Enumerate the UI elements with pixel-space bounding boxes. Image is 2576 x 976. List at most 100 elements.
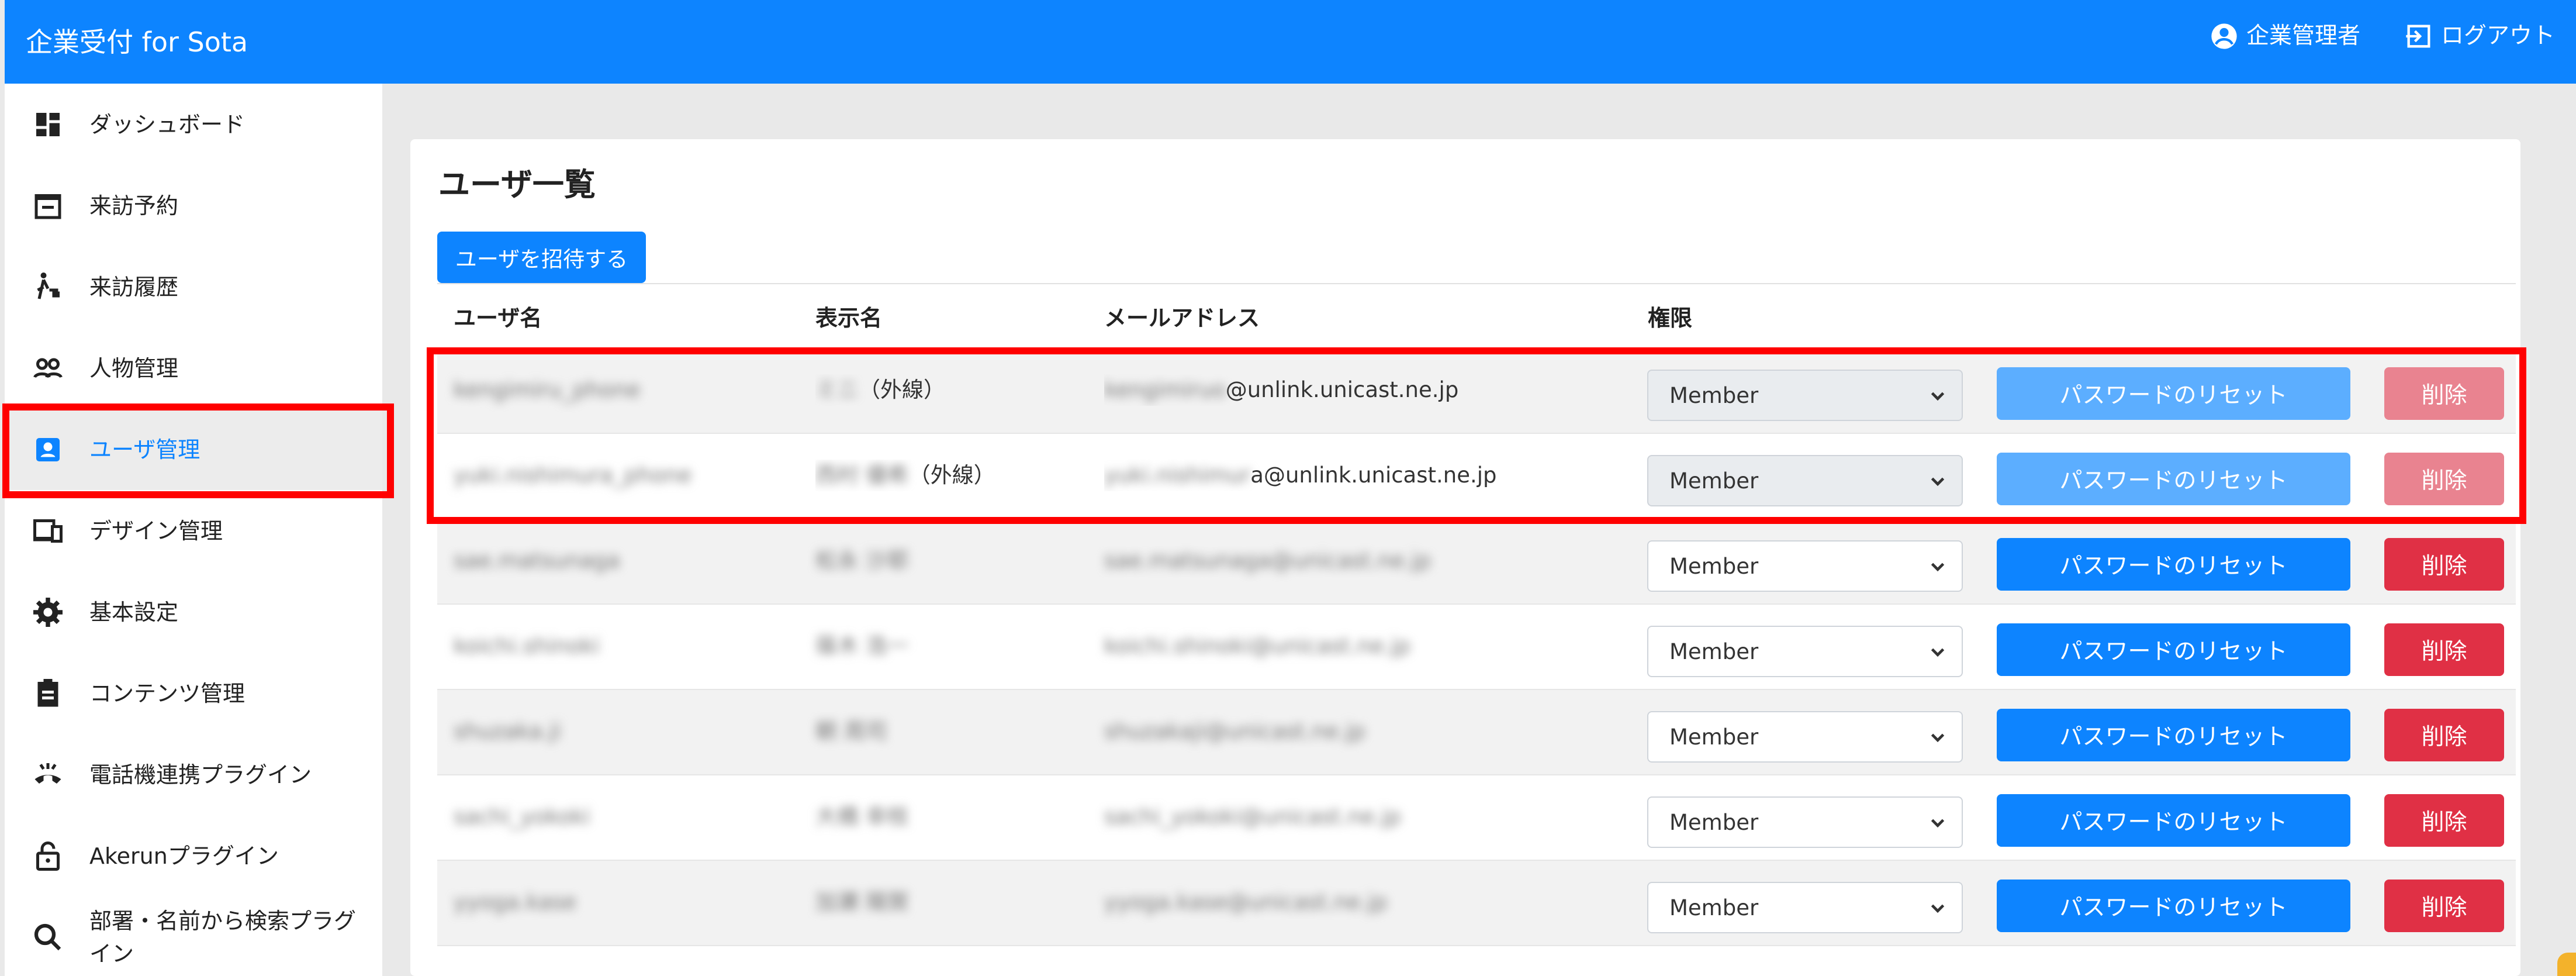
email-domain: a@unlink.unicast.ne.jp <box>1250 463 1497 488</box>
sidebar-item-label: 人物管理 <box>89 355 179 381</box>
email-cell: shuzakaji@unicast.ne.jp <box>1104 719 1365 744</box>
role-select[interactable]: Member <box>1647 711 1963 763</box>
email-cell: koichi.shinoki@unicast.ne.jp <box>1104 633 1411 658</box>
role-value: Member <box>1669 468 1759 494</box>
sidebar-item-search-plugin[interactable]: 部署・名前から検索プラグイン <box>5 896 382 976</box>
lock-icon <box>36 841 60 871</box>
delete-button[interactable]: 削除 <box>2384 709 2504 761</box>
chevron-down-icon <box>1931 477 1945 487</box>
top-app-bar: 企業受付 for Sota 企業管理者 ログアウト <box>5 0 2576 84</box>
username-cell: sae.matsunaga <box>454 548 620 573</box>
sidebar-item-label: ダッシュボード <box>89 111 246 137</box>
invite-user-button[interactable]: ユーザを招待する <box>437 232 646 283</box>
user-card-icon <box>36 437 60 461</box>
page-title: ユーザ一覧 <box>438 166 596 203</box>
email-cell: yyoga.kase@unicast.ne.jp <box>1104 889 1388 915</box>
sidebar-item-dashboard[interactable]: ダッシュボード <box>5 84 382 165</box>
logout-icon <box>2406 25 2430 48</box>
delete-button[interactable]: 削除 <box>2384 538 2504 591</box>
role-value: Member <box>1669 382 1759 408</box>
display-name: 西村 優希 <box>815 463 909 488</box>
chevron-down-icon <box>1931 733 1945 743</box>
password-reset-button[interactable]: パスワードのリセット <box>1997 794 2350 847</box>
password-reset-button[interactable]: パスワードのリセット <box>1997 538 2350 591</box>
table-row: kengimiru_phone ミニ（外線） kengimiruo@unlink… <box>437 349 2516 434</box>
table-row: sachi_yokoki 大橋 幸枝 sachi_yokoki@unicast.… <box>437 775 2516 861</box>
dashboard-icon <box>36 112 60 136</box>
sidebar-item-design[interactable]: デザイン管理 <box>5 490 382 571</box>
sidebar-item-label: 電話機連携プラグイン <box>89 761 312 788</box>
sidebar-item-contents[interactable]: コンテンツ管理 <box>5 653 382 734</box>
column-header-role: 権限 <box>1648 305 1693 331</box>
sidebar-item-settings[interactable]: 基本設定 <box>5 571 382 653</box>
column-header-username: ユーザ名 <box>454 305 542 331</box>
role-value: Member <box>1669 724 1759 750</box>
sidebar-item-label: ユーザ管理 <box>89 436 200 463</box>
role-select[interactable]: Member <box>1647 882 1963 933</box>
sidebar-item-label: 来訪予約 <box>89 192 179 219</box>
sidebar-item-people[interactable]: 人物管理 <box>5 327 382 409</box>
role-select[interactable]: Member <box>1647 370 1963 421</box>
role-value: Member <box>1669 639 1759 664</box>
password-reset-button[interactable]: パスワードのリセット <box>1997 453 2350 505</box>
logout-label: ログアウト <box>2440 23 2555 49</box>
username-cell: sachi_yokoki <box>454 804 590 829</box>
username-cell: shuzaka.ji <box>454 719 562 744</box>
sidebar-item-akerun-plugin[interactable]: Akerunプラグイン <box>5 815 382 896</box>
table-row: yuki.nishimura_phone 西村 優希（外線） yuki.nish… <box>437 434 2516 519</box>
delete-button[interactable]: 削除 <box>2384 367 2504 420</box>
password-reset-button[interactable]: パスワードのリセット <box>1997 367 2350 420</box>
sidebar-item-label: 基本設定 <box>89 599 179 625</box>
display-name-cell: 篠木 浩一 <box>815 633 909 658</box>
corner-decoration <box>2557 953 2576 976</box>
password-reset-button[interactable]: パスワードのリセット <box>1997 709 2350 761</box>
gear-icon <box>33 597 63 627</box>
email-cell: kengimiruo@unlink.unicast.ne.jp <box>1104 374 1458 406</box>
delete-button[interactable]: 削除 <box>2384 794 2504 847</box>
display-name-cell: 朝 周司 <box>815 719 887 744</box>
sidebar-item-label: Akerunプラグイン <box>89 843 279 869</box>
chevron-down-icon <box>1931 392 1945 401</box>
display-name-cell: 大橋 幸枝 <box>815 804 909 829</box>
password-reset-button[interactable]: パスワードのリセット <box>1997 880 2350 932</box>
column-header-email: メールアドレス <box>1104 305 1260 331</box>
role-select[interactable]: Member <box>1647 540 1963 592</box>
display-name: ミニ <box>815 377 859 402</box>
chevron-down-icon <box>1931 563 1945 572</box>
sidebar-item-visit-history[interactable]: 来訪履歴 <box>5 246 382 327</box>
display-name-suffix: （外線） <box>908 463 995 488</box>
column-header-display-name: 表示名 <box>815 305 883 331</box>
role-select[interactable]: Member <box>1647 796 1963 848</box>
display-name-cell: 松永 沙耶 <box>815 548 909 573</box>
sidebar-item-reservations[interactable]: 来訪予約 <box>5 165 382 246</box>
chevron-down-icon <box>1931 819 1945 828</box>
username-cell: yuki.nishimura_phone <box>454 463 692 488</box>
people-icon <box>33 358 63 378</box>
account-label: 企業管理者 <box>2246 23 2360 49</box>
sidebar-item-users[interactable]: ユーザ管理 <box>5 409 382 490</box>
devices-icon <box>33 519 63 543</box>
password-reset-button[interactable]: パスワードのリセット <box>1997 623 2350 676</box>
app-title: 企業受付 for Sota <box>26 26 248 58</box>
role-value: Member <box>1669 809 1759 835</box>
role-select[interactable]: Member <box>1647 455 1963 506</box>
sidebar-item-phone-plugin[interactable]: 電話機連携プラグイン <box>5 734 382 815</box>
delete-button[interactable]: 削除 <box>2384 453 2504 505</box>
table-header: ユーザ名 表示名 メールアドレス 権限 <box>437 283 2516 349</box>
display-name-suffix: （外線） <box>859 377 945 402</box>
email-cell: yuki.nishimura@unlink.unicast.ne.jp <box>1104 460 1497 491</box>
delete-button[interactable]: 削除 <box>2384 623 2504 676</box>
sidebar-item-label: デザイン管理 <box>89 518 223 544</box>
phone-icon <box>34 763 61 784</box>
logout-button[interactable]: ログアウト <box>2404 20 2555 53</box>
account-menu[interactable]: 企業管理者 <box>2209 20 2360 53</box>
table-row: sae.matsunaga 松永 沙耶 sae.matsunaga@unicas… <box>437 519 2516 605</box>
role-select[interactable]: Member <box>1647 626 1963 677</box>
table-row: shuzaka.ji 朝 周司 shuzakaji@unicast.ne.jp … <box>437 690 2516 775</box>
role-value: Member <box>1669 553 1759 579</box>
calendar-icon <box>34 194 61 219</box>
delete-button[interactable]: 削除 <box>2384 880 2504 932</box>
role-value: Member <box>1669 895 1759 920</box>
table-row: yyoga.kase 加瀬 陽賀 yyoga.kase@unicast.ne.j… <box>437 861 2516 946</box>
email-domain: @unlink.unicast.ne.jp <box>1225 377 1459 402</box>
